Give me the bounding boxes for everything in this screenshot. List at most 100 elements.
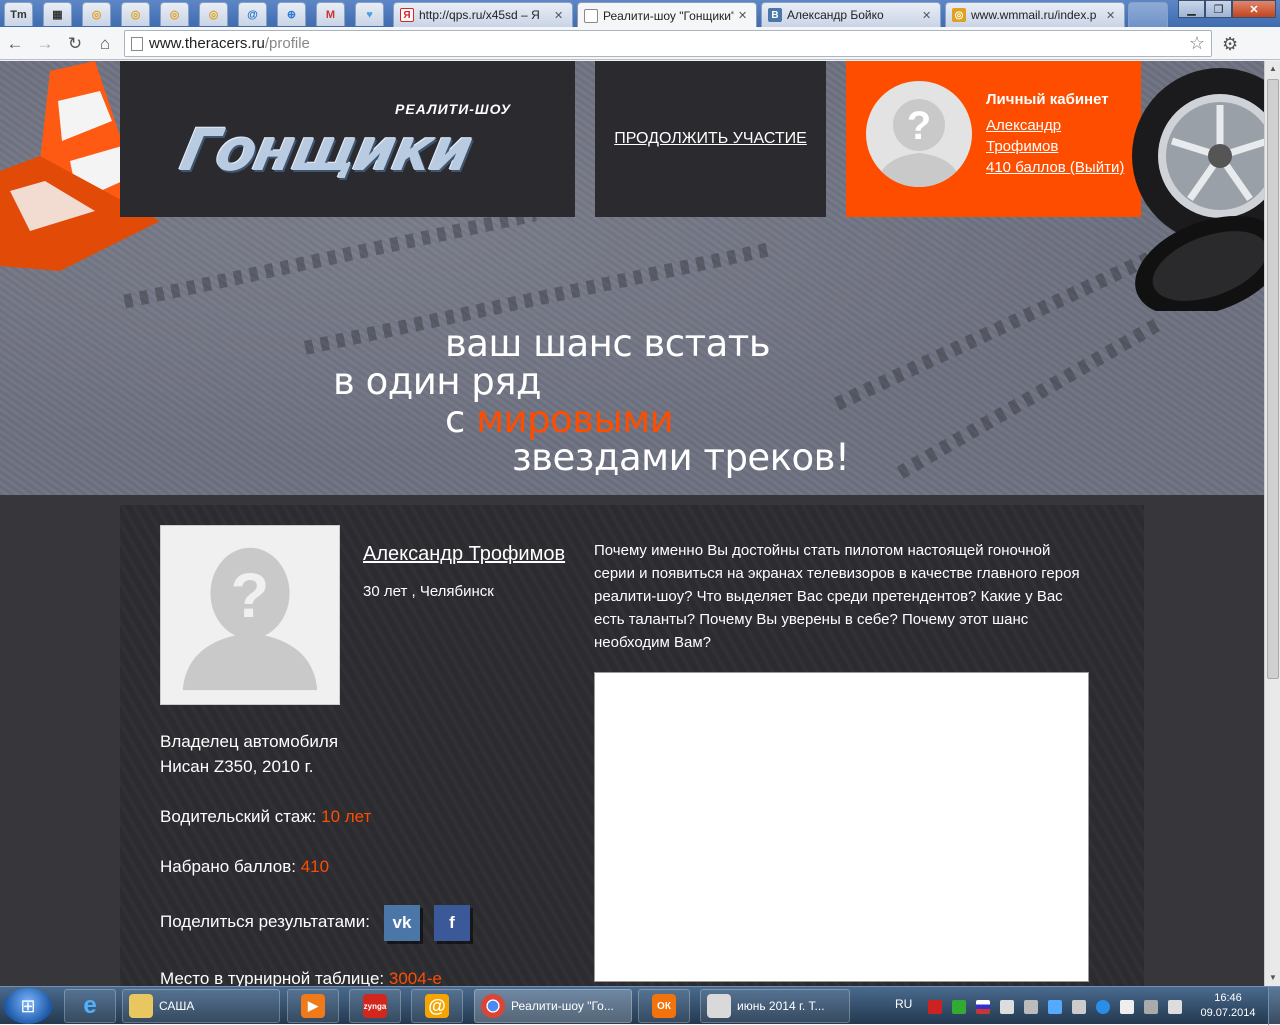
share-facebook-button[interactable]: f: [434, 905, 470, 941]
tab-wmmail[interactable]: ◎ www.wmmail.ru/index.p ✕: [945, 2, 1125, 27]
profile-photo[interactable]: ?: [160, 525, 340, 705]
share-vk-button[interactable]: vk: [384, 905, 420, 941]
pinned-tab-7[interactable]: @: [238, 2, 267, 26]
show-desktop-button[interactable]: [1268, 987, 1280, 1025]
pinned-tab-9[interactable]: M: [316, 2, 345, 26]
russia-flag-icon[interactable]: [976, 1000, 990, 1014]
pinned-tab-3[interactable]: ◎: [82, 2, 111, 26]
tire-track: [123, 207, 537, 309]
reload-icon[interactable]: ↻: [64, 33, 86, 55]
tab-vk[interactable]: В Александр Бойко ✕: [761, 2, 941, 27]
taskbar-media-player[interactable]: ▶: [287, 989, 339, 1023]
page-icon: [131, 37, 143, 51]
taskbar-odnoklassniki[interactable]: ОК: [638, 989, 690, 1023]
network-status-icon[interactable]: [1144, 1000, 1158, 1014]
address-bar[interactable]: www.theracers.ru/profile ☆: [124, 30, 1212, 57]
car-value: Нисан Z350, 2010 г.: [160, 757, 314, 776]
close-icon[interactable]: ✕: [1106, 9, 1118, 22]
answer-textarea[interactable]: [594, 672, 1089, 982]
forward-icon[interactable]: →: [34, 33, 56, 55]
bookmark-star-icon[interactable]: ☆: [1189, 31, 1205, 56]
gear-tray-icon[interactable]: [1000, 1000, 1014, 1014]
points-label: Набрано баллов:: [160, 857, 301, 876]
continue-participation-link[interactable]: ПРОДОЛЖИТЬ УЧАСТИЕ: [614, 130, 807, 148]
tab-label: www.wmmail.ru/index.p: [971, 8, 1097, 22]
taskbar-chrome[interactable]: Реалити-шоу "Го...: [474, 989, 632, 1023]
pen-tray-icon[interactable]: [1024, 1000, 1038, 1014]
slogan-prefix: с: [445, 398, 477, 441]
zynga-icon: zynga: [363, 994, 387, 1018]
network-tray-icon[interactable]: [952, 1000, 966, 1014]
user-placeholder-icon: ?: [876, 99, 962, 187]
pinned-tab-8[interactable]: ⊕: [277, 2, 306, 26]
home-icon[interactable]: ⌂: [94, 33, 116, 55]
adobe-tray-icon[interactable]: [928, 1000, 942, 1014]
folder-icon: [129, 994, 153, 1018]
globe-icon: ⊕: [286, 9, 297, 21]
close-window-icon[interactable]: ✕: [1232, 0, 1276, 18]
pinned-tab-2[interactable]: ▦: [43, 2, 72, 26]
scroll-up-icon[interactable]: ▲: [1267, 63, 1279, 75]
cabinet-surname-link[interactable]: Трофимов: [986, 138, 1058, 155]
tab-qps[interactable]: Я http://qps.ru/x45sd – Я ✕: [393, 2, 573, 27]
scroll-thumb[interactable]: [1267, 79, 1279, 679]
profile-name-link[interactable]: Александр Трофимов: [363, 543, 565, 566]
logout-link[interactable]: 410 баллов (Выйти): [986, 159, 1124, 176]
window-controls: ▁ ❐ ✕: [1178, 0, 1276, 18]
pinned-tab-1[interactable]: Tm: [4, 2, 33, 26]
pinned-tab-4[interactable]: ◎: [121, 2, 150, 26]
taskbar-zynga[interactable]: zynga: [349, 989, 401, 1023]
tab-label: http://qps.ru/x45sd – Я: [419, 8, 540, 22]
taskbar-calendar-app[interactable]: июнь 2014 г. Т...: [700, 989, 850, 1023]
skype-icon[interactable]: [1096, 1000, 1110, 1014]
taskbar-ie[interactable]: e: [64, 989, 116, 1023]
clock-date: 09.07.2014: [1200, 1007, 1256, 1019]
avatar[interactable]: ?: [866, 81, 972, 187]
restore-icon[interactable]: ❐: [1205, 0, 1232, 18]
back-icon[interactable]: ←: [4, 33, 26, 55]
wrench-menu-icon[interactable]: ⚙: [1222, 34, 1238, 55]
personal-cabinet-panel: ? Личный кабинет Александр Трофимов 410 …: [846, 61, 1141, 217]
tab-label: Реалити-шоу "Гонщики": [603, 8, 734, 23]
internet-explorer-icon: e: [83, 992, 97, 1019]
start-button[interactable]: ⊞: [4, 988, 52, 1024]
system-clock[interactable]: 16:46 09.07.2014: [1198, 991, 1258, 1021]
pinned-tab-10[interactable]: ♥: [355, 2, 384, 26]
svg-text:?: ?: [231, 561, 270, 631]
logo-block[interactable]: РЕАЛИТИ-ШОУ Гонщики: [120, 61, 575, 217]
slogan-line-1: ваш шанс встать: [445, 322, 771, 365]
scroll-down-icon[interactable]: ▼: [1267, 972, 1279, 984]
page-scrollbar[interactable]: ▲ ▼: [1264, 61, 1280, 986]
pinned-tab-5[interactable]: ◎: [160, 2, 189, 26]
minimize-icon[interactable]: ▁: [1178, 0, 1205, 18]
web-page: РЕАЛИТИ-ШОУ Гонщики ПРОДОЛЖИТЬ УЧАСТИЕ ?…: [0, 61, 1264, 986]
cabinet-name-link[interactable]: Александр: [986, 117, 1061, 134]
volume-icon[interactable]: [1072, 1000, 1086, 1014]
facebook-icon: f: [449, 913, 455, 932]
wm-icon: ◎: [91, 9, 102, 21]
wm-icon: ◎: [208, 9, 219, 21]
map-icon: ▦: [52, 9, 63, 21]
taskbar-mail-agent[interactable]: @: [411, 989, 463, 1023]
tire-icon: [1132, 68, 1264, 311]
language-indicator[interactable]: RU: [895, 997, 912, 1011]
close-icon[interactable]: ✕: [554, 9, 566, 22]
taskbar-folder-sasha[interactable]: САША: [122, 989, 280, 1023]
logo-subtitle: РЕАЛИТИ-ШОУ: [395, 101, 512, 117]
new-tab-button[interactable]: [1128, 2, 1168, 27]
points-value: 410: [300, 857, 330, 876]
rank-value: 3004-е: [388, 969, 442, 986]
slogan-line-3: с мировыми: [445, 398, 674, 441]
action-center-flag-icon[interactable]: [1120, 1000, 1134, 1014]
speaker-icon[interactable]: [1168, 1000, 1182, 1014]
close-icon[interactable]: ✕: [922, 9, 934, 22]
vk-icon: В: [768, 8, 782, 22]
pinned-tab-6[interactable]: ◎: [199, 2, 228, 26]
url-path: /profile: [264, 35, 310, 52]
at-icon: @: [247, 8, 258, 21]
car-label: Владелец автомобиля: [160, 732, 339, 751]
close-icon[interactable]: ✕: [738, 9, 750, 22]
browser-toolbar: ← → ↻ ⌂ www.theracers.ru/profile ☆ ⚙: [0, 27, 1280, 60]
monitor-tray-icon[interactable]: [1048, 1000, 1062, 1014]
tab-racers[interactable]: Реалити-шоу "Гонщики" ✕: [577, 2, 757, 28]
